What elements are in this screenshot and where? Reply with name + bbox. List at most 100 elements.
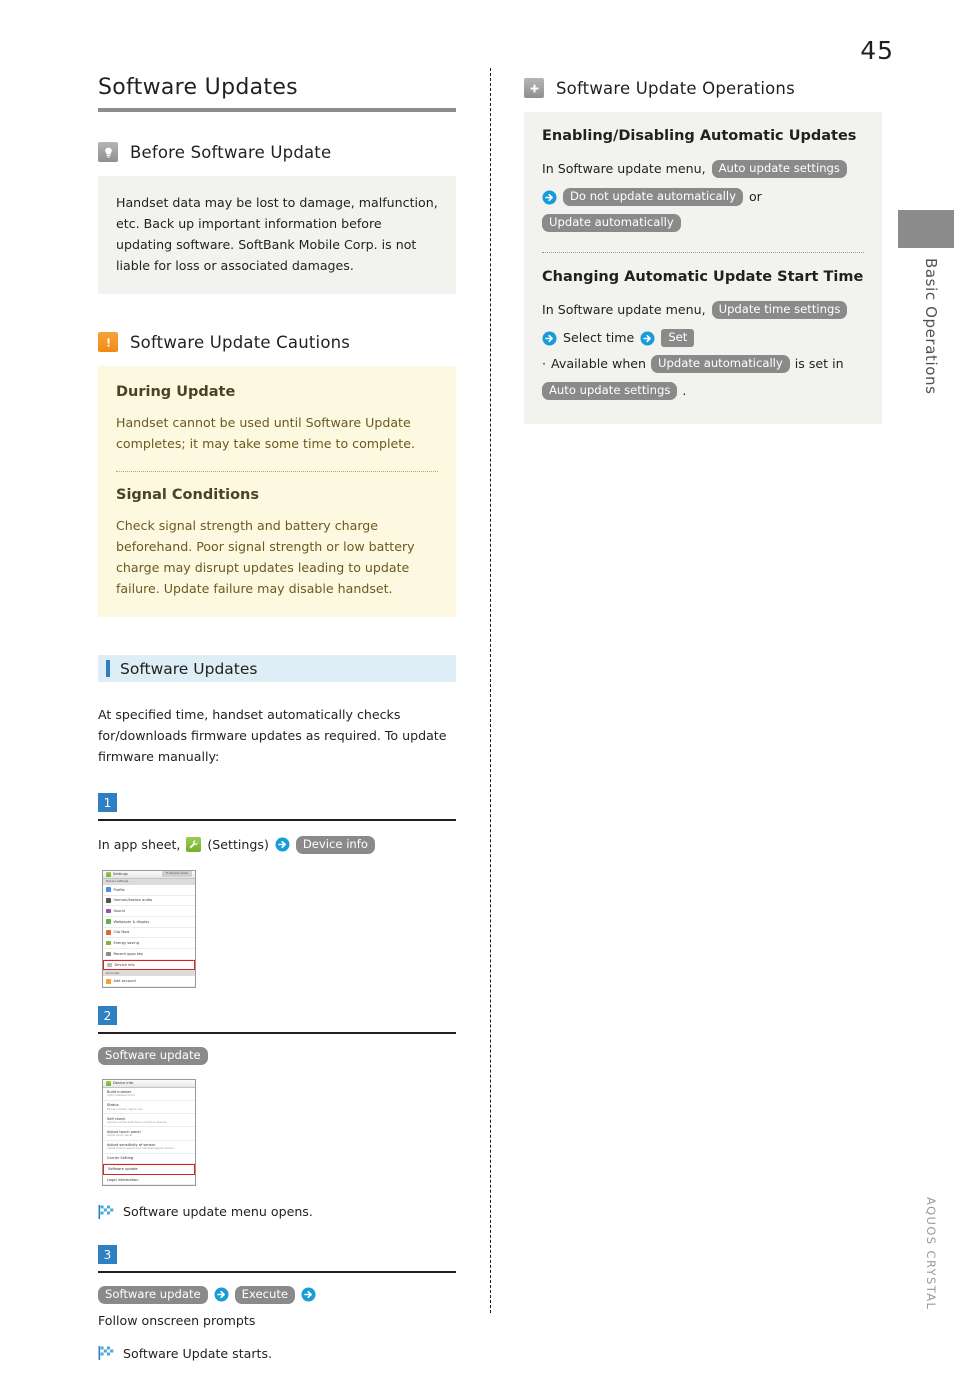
section-title: Software Update Operations: [556, 78, 795, 98]
column-divider: [490, 68, 491, 1313]
list-item[interactable]: Energy saving: [103, 938, 195, 949]
wrench-settings-icon: [186, 837, 202, 852]
chip-do-not-update-automatically[interactable]: Do not update automatically: [563, 188, 743, 206]
list-item[interactable]: Status Phone number, signal, etc.: [103, 1101, 195, 1115]
list-item[interactable]: Wallpaper & display: [103, 917, 195, 928]
list-item-label: Recent apps key: [113, 951, 144, 956]
chip-update-time-settings[interactable]: Update time settings: [711, 301, 848, 319]
list-item-software-update-highlighted[interactable]: Software update: [103, 1163, 195, 1175]
list-item[interactable]: Legal information: [103, 1175, 195, 1186]
row-icon: [106, 919, 111, 924]
list-item-sublabel: XXXX released micro: [107, 1093, 136, 1098]
procedure-intro: At specified time, handset automatically…: [98, 707, 447, 764]
list-item-label: Software update: [108, 1167, 138, 1172]
step-2-chip-software-update[interactable]: Software update: [98, 1046, 208, 1065]
chip-update-automatically-note[interactable]: Update automatically: [651, 355, 790, 373]
step-3-chip-software-update[interactable]: Software update: [98, 1285, 208, 1304]
list-item-label: Wallpaper & display: [113, 919, 150, 924]
list-item[interactable]: harman/kardon audio: [103, 896, 195, 907]
lightbulb-icon: [98, 142, 118, 162]
step-1-instruction: In app sheet, (Settings) Device info: [98, 834, 456, 856]
list-item-label: Energy saving: [113, 941, 139, 946]
right-column: Software Update Operations Enabling/Disa…: [524, 78, 882, 424]
before-update-text: Handset data may be lost to damage, malf…: [116, 195, 438, 273]
dotted-divider: [542, 252, 864, 253]
list-item-label: Legal information: [107, 1177, 139, 1182]
chip-auto-update-settings-note[interactable]: Auto update settings: [542, 382, 678, 400]
section-title: Before Software Update: [130, 142, 332, 162]
settings-app-icon: [106, 871, 111, 877]
settings-app-icon: [106, 1080, 111, 1086]
step-3-tail-text: Follow onscreen prompts: [98, 1312, 256, 1328]
arrow-right-icon: [542, 331, 557, 346]
row-icon: [106, 940, 111, 946]
dotted-divider: [116, 471, 438, 472]
bar-title: Software Updates: [120, 659, 258, 678]
list-item[interactable]: Carrier Setting: [103, 1154, 195, 1164]
availability-note: · Available when Update automatically is…: [542, 353, 864, 402]
step-2-number: 2: [98, 1006, 117, 1026]
list-item-label: Carrier Setting: [107, 1156, 134, 1161]
note-prefix: Available when: [551, 356, 647, 371]
step-1-chip-device-info[interactable]: Device info: [295, 835, 375, 854]
device-info-screenshot: Device info Build number XXXX released m…: [102, 1078, 196, 1187]
step-2-instruction: Software update: [98, 1046, 456, 1065]
screenshot-title: Device info: [113, 1081, 134, 1086]
operations-box: Enabling/Disabling Automatic Updates In …: [524, 112, 882, 424]
list-item[interactable]: Clip Now: [103, 928, 195, 939]
chip-auto-update-settings[interactable]: Auto update settings: [711, 160, 847, 178]
list-item-sublabel: Carries out the self-check of various de…: [107, 1119, 168, 1124]
list-item[interactable]: Add account: [103, 976, 195, 988]
step-3-chip-execute[interactable]: Execute: [234, 1285, 296, 1304]
section-head-cautions: Software Update Cautions: [98, 332, 456, 352]
step-3-instruction: Software update Execute Follow onscreen …: [98, 1285, 456, 1332]
page-number: 45: [860, 36, 894, 65]
list-item[interactable]: Profile: [103, 885, 195, 896]
signal-conditions-heading: Signal Conditions: [116, 487, 260, 503]
simple-mode-pill[interactable]: To Simple mode: [161, 871, 192, 877]
arrow-right-icon: [542, 190, 557, 205]
step-2-result-text: Software update menu opens.: [123, 1204, 313, 1220]
instruction-mid-text: Select time: [563, 330, 635, 345]
row-icon: [106, 898, 111, 903]
instruction-prefix: In Software update menu,: [542, 302, 706, 317]
note-mid: is set in: [794, 356, 844, 371]
chapter-side-label: Basic Operations: [922, 258, 940, 395]
settings-screenshot: Settings To Simple mode Device settings …: [102, 869, 196, 989]
list-item-device-info-highlighted[interactable]: Device info: [103, 959, 195, 971]
step-3-result: Software Update starts.: [98, 1346, 456, 1361]
arrow-right-icon: [214, 1287, 229, 1302]
exclamation-icon: [98, 332, 118, 352]
list-item[interactable]: Recent apps key: [103, 949, 195, 960]
during-update-text: Handset cannot be used until Software Up…: [116, 415, 415, 451]
row-icon: [106, 887, 111, 892]
note-suffix: .: [682, 383, 687, 398]
list-item[interactable]: Self check Carries out the self-check of…: [103, 1114, 195, 1128]
step-1-app-label: (Settings): [207, 836, 269, 852]
row-icon: [106, 908, 111, 914]
row-icon: [106, 979, 111, 984]
list-item[interactable]: Adjust touch panel Adjust touch panel.: [103, 1127, 195, 1141]
list-item[interactable]: Build number XXXX released micro: [103, 1088, 195, 1101]
chip-update-automatically[interactable]: Update automatically: [542, 214, 681, 232]
chip-set[interactable]: Set: [661, 329, 695, 347]
software-updates-bar: Software Updates: [98, 655, 456, 682]
list-item-label: Device info: [114, 962, 135, 967]
chapter-thumb-tab: [898, 210, 954, 248]
checkered-flag-icon: [98, 1204, 114, 1219]
before-update-box: Handset data may be lost to damage, malf…: [98, 176, 456, 294]
row-icon: [107, 962, 112, 968]
enabling-disabling-instruction: In Software update menu, Auto update set…: [542, 158, 864, 232]
list-item-label: Profile: [113, 887, 125, 892]
instruction-prefix: In Software update menu,: [542, 161, 706, 176]
list-item-sublabel: Adjust touch panel.: [107, 1132, 134, 1137]
screenshot-titlebar: Settings To Simple mode: [103, 870, 195, 879]
list-item[interactable]: Adjust sensitivity of sensor Adjust moti…: [103, 1141, 195, 1154]
list-item[interactable]: Sound: [103, 906, 195, 917]
cautions-box: During Update Handset cannot be used unt…: [98, 366, 456, 617]
screenshot-titlebar: Device info: [103, 1079, 195, 1088]
note-bullet: ·: [542, 356, 547, 371]
step-3-rule: [98, 1271, 456, 1273]
list-item-sublabel: Phone number, signal, etc.: [107, 1106, 144, 1111]
checkered-flag-icon: [98, 1346, 114, 1361]
